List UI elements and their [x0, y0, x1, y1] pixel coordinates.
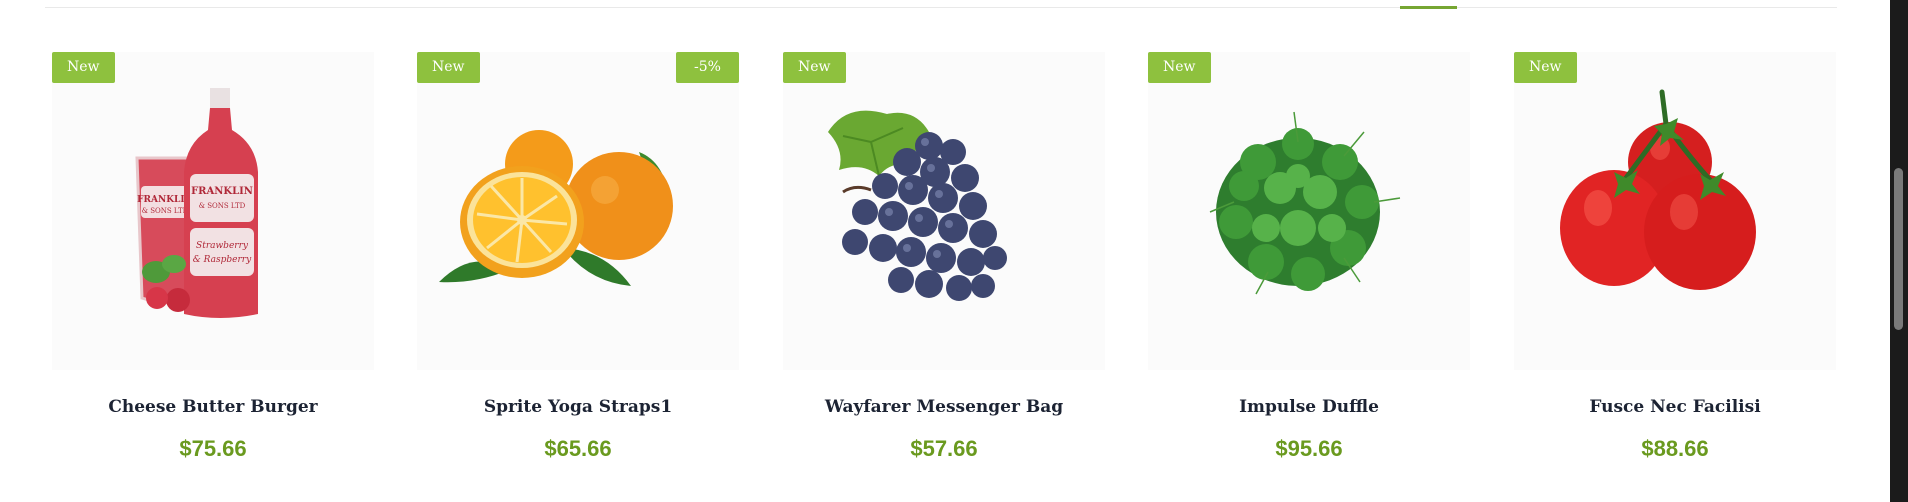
bottle-and-glass-image: FRANKLIN & SONS LTD FRANKLIN & SONS LTD …: [135, 88, 258, 318]
scrollbar-thumb[interactable]: [1894, 168, 1903, 330]
product-carousel-section: FRANKLIN & SONS LTD FRANKLIN & SONS LTD …: [0, 0, 1908, 502]
product-image[interactable]: [783, 52, 1105, 370]
new-badge: New: [1514, 52, 1577, 83]
product-price: $65.66: [544, 436, 612, 461]
greens-image: [1209, 111, 1401, 295]
product-title[interactable]: Sprite Yoga Straps1: [417, 397, 739, 417]
bottle-label-flavor-2: & Raspberry: [193, 255, 252, 265]
bottle-label-flavor: Strawberry: [196, 241, 249, 251]
discount-badge: -5%: [676, 52, 739, 83]
bottle-label-brand: FRANKLIN: [191, 186, 253, 197]
new-badge: New: [783, 52, 846, 83]
product-card[interactable]: New Impulse Duffle $95.66: [1148, 0, 1470, 502]
product-price: $57.66: [910, 436, 978, 461]
product-grid: FRANKLIN & SONS LTD FRANKLIN & SONS LTD …: [45, 0, 1837, 502]
product-image[interactable]: [1514, 52, 1836, 370]
product-price: $95.66: [1275, 436, 1343, 461]
oranges-image: [439, 130, 673, 286]
scrollbar[interactable]: [1890, 0, 1908, 502]
product-price: $75.66: [179, 436, 247, 461]
product-title[interactable]: Impulse Duffle: [1148, 397, 1470, 417]
product-card[interactable]: New Wayfarer Messenger Bag $57.66: [783, 0, 1105, 502]
product-card[interactable]: New -5% Sprite Yoga Straps1 $65.66: [417, 0, 739, 502]
bottle-label-sub: & SONS LTD: [199, 202, 246, 210]
product-price: $88.66: [1641, 436, 1709, 461]
product-image[interactable]: FRANKLIN & SONS LTD FRANKLIN & SONS LTD …: [52, 52, 374, 370]
product-title[interactable]: Cheese Butter Burger: [52, 397, 374, 417]
product-card[interactable]: FRANKLIN & SONS LTD FRANKLIN & SONS LTD …: [52, 0, 374, 502]
tomatoes-image: [1560, 89, 1756, 290]
new-badge: New: [52, 52, 115, 83]
product-title[interactable]: Fusce Nec Facilisi: [1514, 397, 1836, 417]
product-image[interactable]: [417, 52, 739, 370]
new-badge: New: [1148, 52, 1211, 83]
glass-label-sub: & SONS LTD: [142, 207, 189, 215]
product-image[interactable]: [1148, 52, 1470, 370]
grapes-image: [828, 110, 1007, 301]
product-title[interactable]: Wayfarer Messenger Bag: [783, 397, 1105, 417]
product-card[interactable]: New Fusce Nec Facilisi $88.66: [1514, 0, 1836, 502]
new-badge: New: [417, 52, 480, 83]
